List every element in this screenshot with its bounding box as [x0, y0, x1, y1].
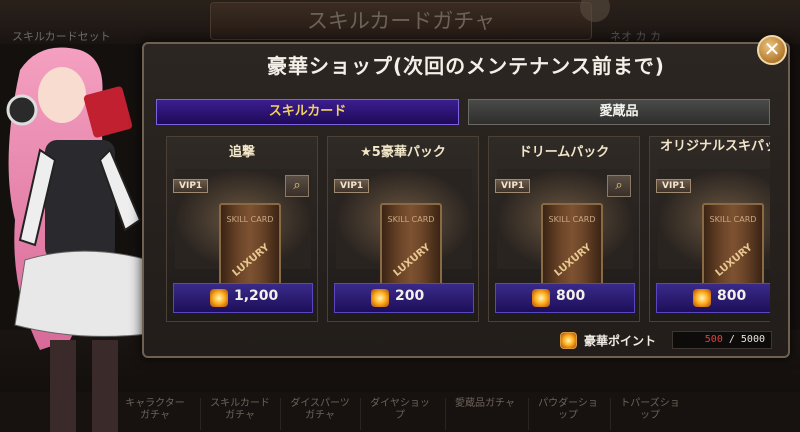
tab-collection-items[interactable]: 愛蔵品: [468, 99, 770, 125]
gem-icon: [210, 289, 228, 307]
gem-icon: [560, 332, 577, 349]
price-value: 800: [717, 288, 747, 304]
product-card[interactable]: ★5豪華パック SKILL CARD LUXURY VIP1 200: [327, 136, 479, 322]
product-card[interactable]: ドリームパック SKILL CARD LUXURY VIP1 ⌕ 800: [488, 136, 640, 322]
tab-diamond-shop[interactable]: ダイヤショップ: [360, 398, 439, 430]
price-value: 1,200: [234, 288, 279, 304]
tab-dice-parts-gacha[interactable]: ダイスパーツ ガチャ: [280, 398, 359, 430]
modal-title: 豪華ショップ(次回のメンテナンス前まで): [267, 54, 665, 78]
points-label: 豪華ポイント: [584, 334, 657, 348]
skill-card-pack-icon: SKILL CARD LUXURY: [541, 203, 603, 295]
skill-card-pack-icon: SKILL CARD LUXURY: [702, 203, 764, 295]
luxury-points: 豪華ポイント 500 / 5000: [560, 330, 774, 352]
product-name: オリジナルスキパック: [659, 139, 770, 154]
luxury-shop-modal: 豪華ショップ(次回のメンテナンス前まで) スキルカード 愛蔵品 追撃 SKILL…: [142, 42, 790, 358]
buy-button[interactable]: 200: [334, 283, 474, 313]
vip-badge: VIP1: [656, 179, 692, 193]
buy-button[interactable]: 800: [656, 283, 770, 313]
price-value: 200: [395, 288, 425, 304]
tab-topaz-shop[interactable]: トパーズショ ップ: [610, 398, 689, 430]
close-icon[interactable]: ✕: [757, 35, 787, 65]
gem-icon: [693, 289, 711, 307]
product-list: 追撃 SKILL CARD LUXURY VIP1 ⌕ 1,200 ★5豪華パッ…: [166, 136, 770, 324]
product-name: 追撃: [228, 145, 255, 160]
tab-powder-shop[interactable]: パウダーショ ップ: [528, 398, 607, 430]
gem-icon: [532, 289, 550, 307]
vip-badge: VIP1: [495, 179, 531, 193]
product-name: ドリームパック: [518, 145, 610, 160]
tab-skill-card-gacha[interactable]: スキルカード ガチャ: [200, 398, 279, 430]
vip-badge: VIP1: [173, 179, 209, 193]
tab-collection-gacha[interactable]: 愛蔵品ガチャ: [445, 398, 524, 430]
price-value: 800: [556, 288, 586, 304]
tab-skill-card[interactable]: スキルカード: [156, 99, 459, 125]
buy-button[interactable]: 1,200: [173, 283, 313, 313]
product-card[interactable]: 追撃 SKILL CARD LUXURY VIP1 ⌕ 1,200: [166, 136, 318, 322]
points-counter: 500 / 5000: [672, 331, 772, 349]
vip-badge: VIP1: [334, 179, 370, 193]
skill-card-pack-icon: SKILL CARD LUXURY: [219, 203, 281, 295]
search-icon[interactable]: ⌕: [607, 175, 631, 197]
buy-button[interactable]: 800: [495, 283, 635, 313]
background-title: スキルカードガチャ: [210, 2, 592, 40]
product-card[interactable]: オリジナルスキパック SKILL CARD LUXURY VIP1 800: [649, 136, 770, 322]
skill-card-pack-icon: SKILL CARD LUXURY: [380, 203, 442, 295]
gem-icon: [371, 289, 389, 307]
search-icon[interactable]: ⌕: [285, 175, 309, 197]
product-name: ★5豪華パック: [360, 145, 446, 160]
